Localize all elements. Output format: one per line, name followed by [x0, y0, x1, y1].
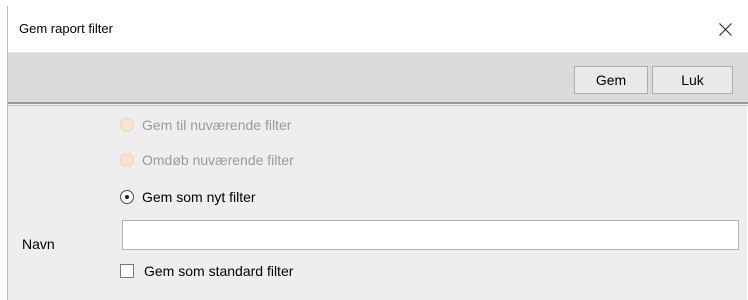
radio-label: Omdøb nuværende filter	[142, 152, 294, 168]
radio-button[interactable]	[120, 118, 134, 132]
radio-label: Gem som nyt filter	[142, 189, 256, 205]
title-bar: Gem raport filter	[8, 6, 748, 53]
default-filter-checkbox-row[interactable]: Gem som standard filter	[120, 263, 293, 279]
divider	[8, 105, 748, 106]
radio-selected-dot	[125, 195, 129, 199]
radio-save-as-new[interactable]: Gem som nyt filter	[120, 189, 256, 205]
checkbox-label: Gem som standard filter	[144, 263, 294, 279]
radio-button[interactable]	[120, 190, 134, 204]
dialog-title: Gem raport filter	[19, 21, 113, 36]
button-toolbar: Gem Luk	[8, 53, 748, 102]
radio-rename-current[interactable]: Omdøb nuværende filter	[120, 152, 294, 168]
save-report-filter-dialog: Gem raport filter Gem Luk Gem til nuvære…	[7, 6, 748, 300]
name-label: Navn	[22, 236, 55, 252]
close-dialog-button[interactable]: Luk	[652, 66, 733, 94]
default-filter-checkbox[interactable]	[120, 264, 134, 278]
radio-label: Gem til nuværende filter	[142, 117, 292, 133]
name-input[interactable]	[122, 220, 739, 250]
radio-button[interactable]	[120, 153, 134, 167]
save-button[interactable]: Gem	[574, 66, 648, 94]
radio-save-to-current[interactable]: Gem til nuværende filter	[120, 117, 291, 133]
close-icon	[719, 23, 732, 36]
divider	[8, 102, 748, 104]
close-button[interactable]	[702, 6, 748, 52]
